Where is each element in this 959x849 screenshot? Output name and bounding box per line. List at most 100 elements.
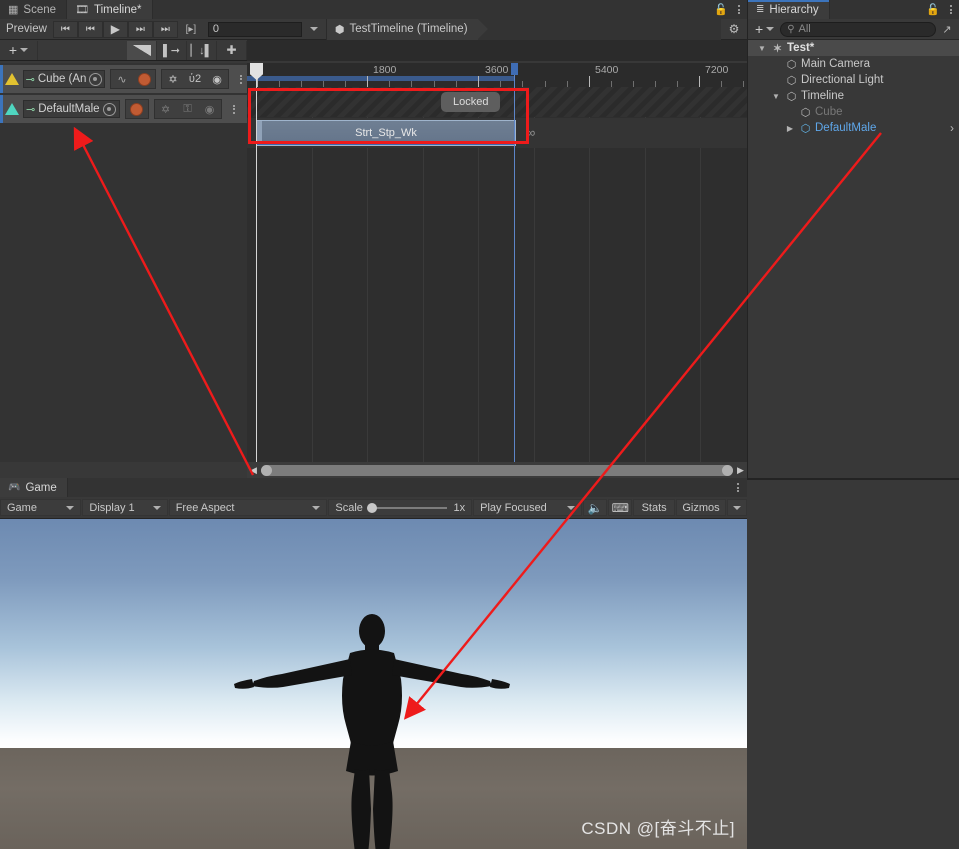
blue-marker-knob[interactable]: [511, 63, 518, 75]
game-menu-icon[interactable]: [729, 478, 747, 497]
preview-button[interactable]: Preview: [0, 23, 53, 35]
track-header[interactable]: ⊸ Cube (An ∿ ✡ ὑ2 ◉: [0, 65, 247, 93]
tab-hierarchy[interactable]: ≣ Hierarchy: [748, 0, 830, 19]
timeline-menu-icon[interactable]: [731, 0, 747, 19]
view-mode-dropdown[interactable]: Game: [0, 499, 82, 516]
lock-open-icon[interactable]: 🔓: [923, 0, 943, 19]
scale-slider-handle[interactable]: [366, 502, 377, 513]
scrollbar-grip-right[interactable]: [722, 464, 733, 476]
play-range-button[interactable]: [▸]: [178, 21, 204, 38]
go-to-start-button[interactable]: ⏮: [52, 20, 78, 38]
chevron-down-icon: [312, 505, 321, 510]
object-picker-icon[interactable]: [89, 72, 103, 86]
tab-timeline[interactable]: 🎞 Timeline*: [67, 0, 153, 19]
display-dropdown[interactable]: Display 1: [82, 499, 168, 516]
timeline-blue-marker[interactable]: [511, 63, 518, 462]
track-menu-button[interactable]: [235, 74, 247, 84]
tab-game[interactable]: 🎮 Game: [0, 478, 68, 497]
lock-button[interactable]: ⚿: [177, 100, 199, 118]
tab-scene-label: Scene: [23, 3, 57, 16]
clip-left-handle[interactable]: [257, 121, 262, 145]
play-icon: ▶: [110, 22, 121, 36]
visibility-button[interactable]: ◉: [206, 70, 228, 88]
animation-track-icon: [3, 103, 21, 115]
open-prefab-chevron-icon[interactable]: ›: [950, 121, 954, 135]
track-header[interactable]: ⊸ DefaultMale ✡ ⚿ ◉: [0, 95, 247, 123]
pin-button[interactable]: ✡: [162, 70, 184, 88]
tab-game-label: Game: [25, 481, 57, 494]
chevron-down-icon: [567, 505, 576, 510]
timeline-lock-icon[interactable]: 🔓: [711, 0, 731, 19]
search-input[interactable]: ⚲ All: [780, 21, 936, 37]
hierarchy-list[interactable]: ▼ ✶ Test* ⬡ Main Camera ⬡ Directional Light ▼ ⬡ T…: [748, 40, 959, 136]
gamepad-icon: 🎮: [8, 482, 21, 493]
aspect-dropdown[interactable]: Free Aspect: [168, 499, 328, 516]
stats-label: Stats: [641, 501, 667, 514]
grid-icon: ▦: [8, 4, 19, 16]
add-gameobject-button[interactable]: +: [751, 22, 778, 36]
open-panel-icon[interactable]: ↗: [938, 21, 956, 37]
track-name-field[interactable]: ⊸ DefaultMale: [23, 100, 120, 118]
ripple-edit-icon: ▌➞: [162, 44, 180, 57]
expand-twisty-icon[interactable]: ▶: [784, 124, 796, 133]
chevron-down-icon: [20, 48, 29, 52]
record-button[interactable]: [133, 70, 155, 88]
gizmos-button[interactable]: Gizmos: [676, 499, 726, 516]
frame-field-dropdown[interactable]: [302, 27, 326, 31]
visibility-button[interactable]: ◉: [199, 100, 221, 118]
ripple-edit-button[interactable]: ▌➞: [157, 40, 187, 60]
scrollbar-thumb[interactable]: [261, 464, 733, 476]
game-viewport[interactable]: CSDN @[奋斗不止]: [0, 519, 747, 849]
gizmos-dropdown[interactable]: [727, 499, 747, 516]
mute-audio-button[interactable]: 🔈: [583, 499, 608, 516]
replace-edit-button[interactable]: ▏↓▌: [187, 40, 217, 60]
breadcrumb[interactable]: ⬢ TestTimeline (Timeline): [326, 18, 488, 40]
go-to-end-button[interactable]: ⏭: [152, 20, 178, 38]
hierarchy-list-icon: ≣: [756, 4, 765, 15]
timeline-playhead[interactable]: [250, 63, 263, 462]
timeline-clip[interactable]: Strt_Stp_Wk: [256, 120, 516, 146]
lock-button[interactable]: ὑ2: [184, 70, 206, 88]
timeline-horizontal-scrollbar[interactable]: ◀ ▶: [247, 462, 747, 478]
hierarchy-menu-icon[interactable]: [943, 0, 959, 19]
hierarchy-row[interactable]: ▶ ⬡ DefaultMale ›: [748, 120, 959, 136]
hierarchy-row[interactable]: ⬡ Directional Light: [748, 72, 959, 88]
timeline-ruler[interactable]: 1800 3600 5400 7200: [247, 63, 747, 87]
scale-slider-track[interactable]: [366, 502, 447, 513]
stats-button[interactable]: Stats: [633, 499, 675, 516]
hierarchy-row-label: Cube: [815, 106, 843, 118]
curves-button[interactable]: ∿: [111, 70, 133, 88]
play-button[interactable]: ▶: [102, 20, 128, 38]
hierarchy-row[interactable]: ▼ ✶ Test*: [748, 40, 959, 56]
timeline-track-content[interactable]: Locked Strt_Stp_Wk ∞: [247, 87, 747, 462]
mix-mode-button[interactable]: [127, 40, 157, 60]
object-picker-icon[interactable]: [102, 102, 116, 116]
scroll-left-arrow[interactable]: ◀: [247, 462, 260, 478]
timeline-settings-button[interactable]: ⚙: [721, 22, 747, 36]
expand-twisty-icon[interactable]: ▼: [756, 44, 768, 53]
next-frame-button[interactable]: ⏭: [127, 20, 153, 38]
go-to-end-icon: ⏭: [160, 23, 170, 35]
hierarchy-row[interactable]: ⬡ Main Camera: [748, 56, 959, 72]
record-button[interactable]: [126, 100, 148, 118]
plus-icon: +: [8, 42, 18, 58]
ruler-major-tick: [589, 76, 590, 87]
view-mode-label: Game: [7, 501, 37, 514]
add-track-button[interactable]: +: [0, 40, 38, 60]
keyboard-button[interactable]: ⌨: [608, 499, 633, 516]
previous-frame-button[interactable]: ⏮: [77, 20, 103, 38]
hierarchy-row[interactable]: ▼ ⬡ Timeline: [748, 88, 959, 104]
tab-scene[interactable]: ▦ Scene: [0, 0, 68, 19]
scale-label: Scale: [335, 501, 363, 514]
scrollbar-grip-left[interactable]: [261, 464, 272, 476]
marker-pin-button[interactable]: ✚: [217, 40, 247, 60]
hierarchy-row[interactable]: ⬡ Cube: [748, 104, 959, 120]
frame-field[interactable]: 0: [207, 21, 302, 37]
track-menu-button[interactable]: [228, 104, 240, 114]
expand-twisty-icon[interactable]: ▼: [770, 92, 782, 101]
scale-slider[interactable]: Scale 1x: [328, 499, 473, 516]
pin-button[interactable]: ✡: [155, 100, 177, 118]
track-name-field[interactable]: ⊸ Cube (An: [22, 70, 105, 88]
scroll-right-arrow[interactable]: ▶: [734, 462, 747, 478]
play-mode-dropdown[interactable]: Play Focused: [473, 499, 583, 516]
